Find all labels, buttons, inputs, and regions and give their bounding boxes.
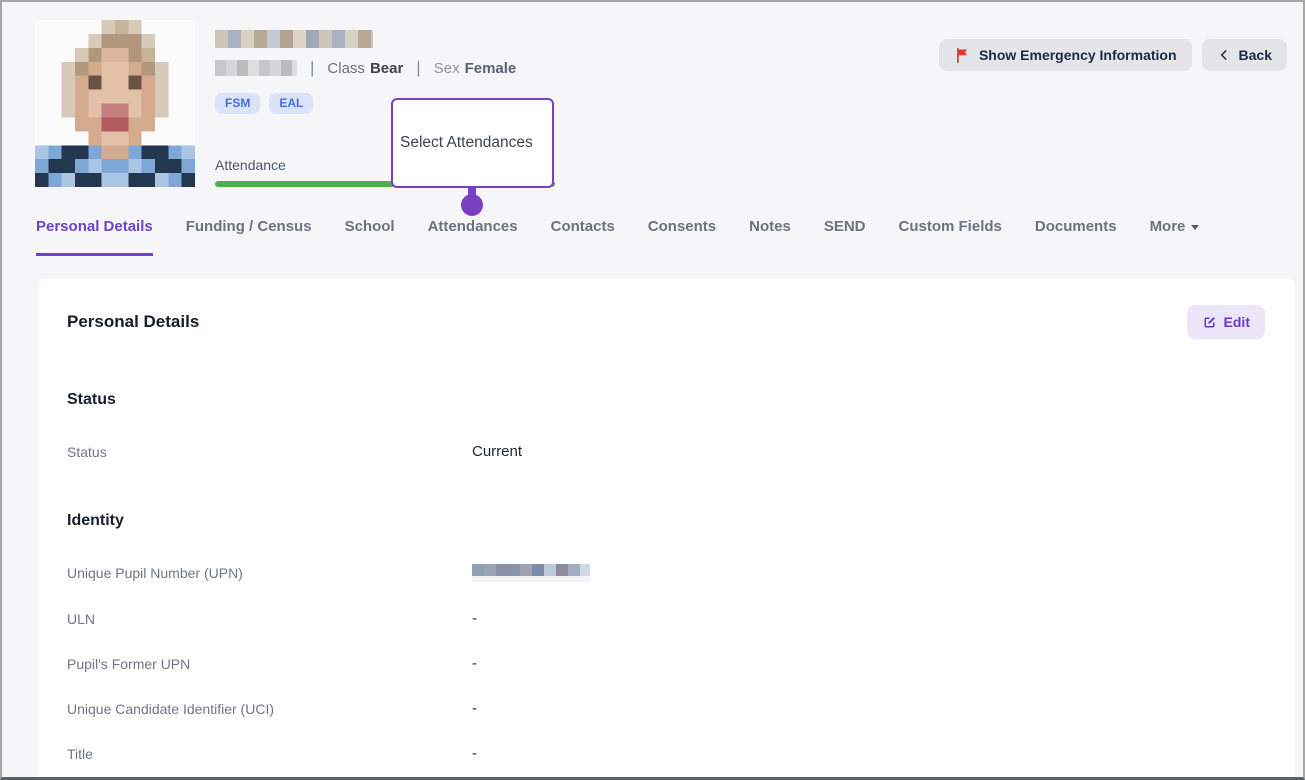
tab-label: Attendances (428, 218, 518, 235)
callout-pointer-dot (461, 194, 483, 216)
badge-fsm: FSM (215, 93, 260, 114)
pupil-profile-page: | Class Bear | Sex Female FSM EAL Attendanc… (0, 0, 1305, 780)
callout-text: Select Attendances (400, 134, 533, 152)
detail-value: - (472, 745, 477, 762)
section-status: StatusStatusCurrent (67, 391, 1265, 460)
tab-more[interactable]: More (1150, 218, 1200, 256)
pupil-badges: FSM EAL (215, 93, 313, 114)
tab-send[interactable]: SEND (824, 218, 866, 256)
sex-field: Sex Female (434, 60, 517, 77)
detail-label: Pupil's Former UPN (67, 656, 472, 672)
redacted-pupil-detail (215, 60, 297, 76)
redacted-pupil-name (215, 30, 373, 48)
detail-value: Current (472, 443, 522, 460)
detail-label: Status (67, 444, 472, 460)
detail-row: ULN- (67, 610, 1265, 627)
header-actions: Show Emergency Information Back (939, 39, 1287, 71)
tab-attendances[interactable]: Attendances (428, 218, 518, 256)
detail-row: Unique Pupil Number (UPN) (67, 564, 1265, 582)
detail-row: Pupil's Former UPN- (67, 655, 1265, 672)
edit-button[interactable]: Edit (1187, 305, 1265, 339)
detail-sections: StatusStatusCurrentIdentityUnique Pupil … (67, 391, 1265, 762)
flag-icon (954, 47, 971, 64)
show-emergency-information-button[interactable]: Show Emergency Information (939, 39, 1192, 71)
separator: | (416, 58, 420, 78)
class-label: Class (327, 60, 365, 77)
section-identity: IdentityUnique Pupil Number (UPN)ULN-Pup… (67, 512, 1265, 762)
profile-tab-bar: Personal Details Funding / Census School At… (36, 218, 1199, 256)
detail-row: StatusCurrent (67, 443, 1265, 460)
chevron-left-icon (1217, 48, 1231, 62)
tab-notes[interactable]: Notes (749, 218, 791, 256)
detail-value: - (472, 655, 477, 672)
detail-label: Unique Pupil Number (UPN) (67, 565, 472, 581)
separator: | (310, 58, 314, 78)
pupil-meta-line: | Class Bear | Sex Female (215, 58, 516, 78)
class-value: Bear (370, 60, 403, 77)
tab-label: Consents (648, 218, 716, 235)
tab-documents[interactable]: Documents (1035, 218, 1117, 256)
section-heading: Identity (67, 512, 1265, 530)
tab-label: Notes (749, 218, 791, 235)
show-emergency-information-label: Show Emergency Information (979, 47, 1177, 63)
detail-value: - (472, 700, 477, 717)
tab-contacts[interactable]: Contacts (551, 218, 615, 256)
detail-label: ULN (67, 611, 472, 627)
tab-custom-fields[interactable]: Custom Fields (899, 218, 1002, 256)
tab-label: School (345, 218, 395, 235)
edit-label: Edit (1224, 314, 1250, 330)
caret-down-icon (1191, 225, 1199, 230)
class-field: Class Bear (327, 60, 403, 77)
badge-eal: EAL (269, 93, 313, 114)
tab-label: Contacts (551, 218, 615, 235)
card-header: Personal Details Edit (67, 305, 1265, 339)
personal-details-card: Personal Details Edit StatusStatusCurren… (38, 279, 1295, 780)
detail-label: Title (67, 746, 472, 762)
redacted-value (472, 564, 590, 582)
tab-label: More (1150, 218, 1186, 235)
tab-school[interactable]: School (345, 218, 395, 256)
back-button[interactable]: Back (1202, 39, 1287, 71)
tab-label: Funding / Census (186, 218, 312, 235)
tab-label: Documents (1035, 218, 1117, 235)
detail-label: Unique Candidate Identifier (UCI) (67, 701, 472, 717)
detail-row: Title- (67, 745, 1265, 762)
sex-value: Female (465, 60, 517, 77)
edit-icon (1202, 315, 1217, 330)
tab-label: Personal Details (36, 218, 153, 235)
sex-label: Sex (434, 60, 460, 77)
tab-funding-census[interactable]: Funding / Census (186, 218, 312, 256)
tab-personal-details[interactable]: Personal Details (36, 218, 153, 256)
tab-consents[interactable]: Consents (648, 218, 716, 256)
back-label: Back (1239, 47, 1272, 63)
page-title: Personal Details (67, 312, 199, 332)
detail-row: Unique Candidate Identifier (UCI)- (67, 700, 1265, 717)
tab-label: SEND (824, 218, 866, 235)
select-attendances-callout: Select Attendances (391, 98, 554, 188)
tab-label: Custom Fields (899, 218, 1002, 235)
detail-value: - (472, 610, 477, 627)
section-heading: Status (67, 391, 1265, 409)
attendance-label: Attendance (215, 157, 286, 173)
pupil-photo (35, 20, 195, 187)
